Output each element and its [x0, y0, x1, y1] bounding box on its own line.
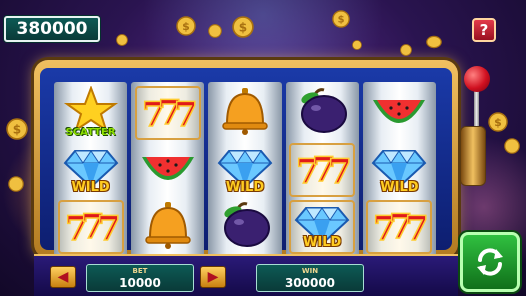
reel-4: 7 7 7 WILD [285, 82, 359, 258]
sevens-icon: 777 [138, 86, 198, 140]
svg-text:$: $ [494, 116, 502, 129]
reel-2: 777 [131, 82, 205, 258]
reel-window: SCATTER WILD 7 7 7 7 7 7 WILD 7 7 7 WILD WILD 7 7 7 [40, 68, 452, 258]
diamond-symbol: WILD [289, 200, 356, 255]
reel-5: WILD 7 7 7 [362, 82, 437, 258]
sevens-symbol: 777 [57, 200, 124, 255]
sevens-symbol: 777 [289, 142, 356, 197]
plum-symbol [289, 86, 355, 140]
svg-text:7: 7 [405, 209, 429, 249]
bet-increase-button[interactable]: ▶ [200, 266, 226, 288]
watermelon-symbol [366, 86, 432, 140]
bet-label: BET [132, 267, 148, 275]
spin-button[interactable] [460, 232, 520, 292]
win-value: 300000 [284, 276, 336, 290]
coin-icon [208, 24, 222, 38]
svg-text:7: 7 [97, 209, 121, 249]
bell-icon [215, 86, 275, 140]
slot-machine-frame: SCATTER WILD 7 7 7 7 7 7 WILD 7 7 7 WILD WILD 7 7 7 [34, 60, 458, 258]
refresh-icon [477, 248, 503, 276]
balance-display: 380000 [4, 16, 100, 42]
wild-label: WILD [380, 179, 419, 195]
svg-text:$: $ [239, 20, 247, 34]
coin-icon [426, 35, 442, 49]
sevens-icon: 777 [369, 200, 430, 254]
wild-label: WILD [225, 179, 265, 195]
coin-icon [400, 44, 412, 56]
bet-field: BET 10000 [86, 264, 194, 292]
diamond-symbol: WILD [58, 143, 124, 197]
sevens-symbol: 777 [366, 200, 433, 255]
diamond-symbol: WILD [366, 143, 432, 197]
help-button[interactable]: ? [472, 18, 496, 42]
sevens-icon: 777 [61, 200, 121, 254]
sevens-symbol: 777 [134, 85, 201, 140]
watermelon-icon [138, 143, 198, 197]
watermelon-symbol [135, 143, 201, 197]
svg-text:7: 7 [328, 152, 352, 192]
svg-text:7: 7 [174, 95, 198, 135]
wild-label: WILD [303, 235, 342, 251]
coin-icon: $ [232, 16, 254, 38]
diamond-symbol: WILD [212, 143, 278, 197]
reel-1: SCATTER WILD 7 7 7 [54, 82, 128, 258]
coin-icon [116, 34, 128, 46]
bell-icon [138, 200, 198, 254]
reel-3: WILD [208, 82, 282, 258]
svg-text:$: $ [338, 15, 345, 26]
coin-icon: $ [332, 10, 350, 28]
plum-icon [292, 86, 352, 140]
coin-icon: $ [176, 16, 196, 36]
plum-symbol [212, 200, 278, 254]
bell-symbol [212, 86, 278, 140]
star-symbol: SCATTER [58, 84, 124, 140]
svg-text:$: $ [13, 122, 21, 136]
win-label: WIN [301, 267, 319, 275]
coin-icon: $ [6, 118, 28, 140]
coin-icon [352, 40, 362, 50]
bell-symbol [135, 200, 201, 254]
bet-value: 10000 [119, 276, 161, 290]
scatter-label: SCATTER [65, 126, 116, 138]
coin-icon: $ [488, 112, 508, 132]
wild-label: WILD [71, 179, 110, 195]
reels: SCATTER WILD 7 7 7 7 7 7 WILD 7 7 7 WILD WILD 7 7 7 [54, 82, 437, 258]
lever-knob[interactable] [464, 66, 490, 92]
watermelon-icon [369, 86, 429, 140]
sevens-icon: 777 [292, 143, 352, 197]
lever-base[interactable] [460, 126, 486, 186]
bet-decrease-button[interactable]: ◀ [50, 266, 76, 288]
svg-text:$: $ [182, 20, 190, 33]
coin-icon [504, 138, 520, 154]
win-field: WIN 300000 [256, 264, 364, 292]
plum-icon [215, 200, 275, 254]
coin-icon [8, 176, 24, 192]
